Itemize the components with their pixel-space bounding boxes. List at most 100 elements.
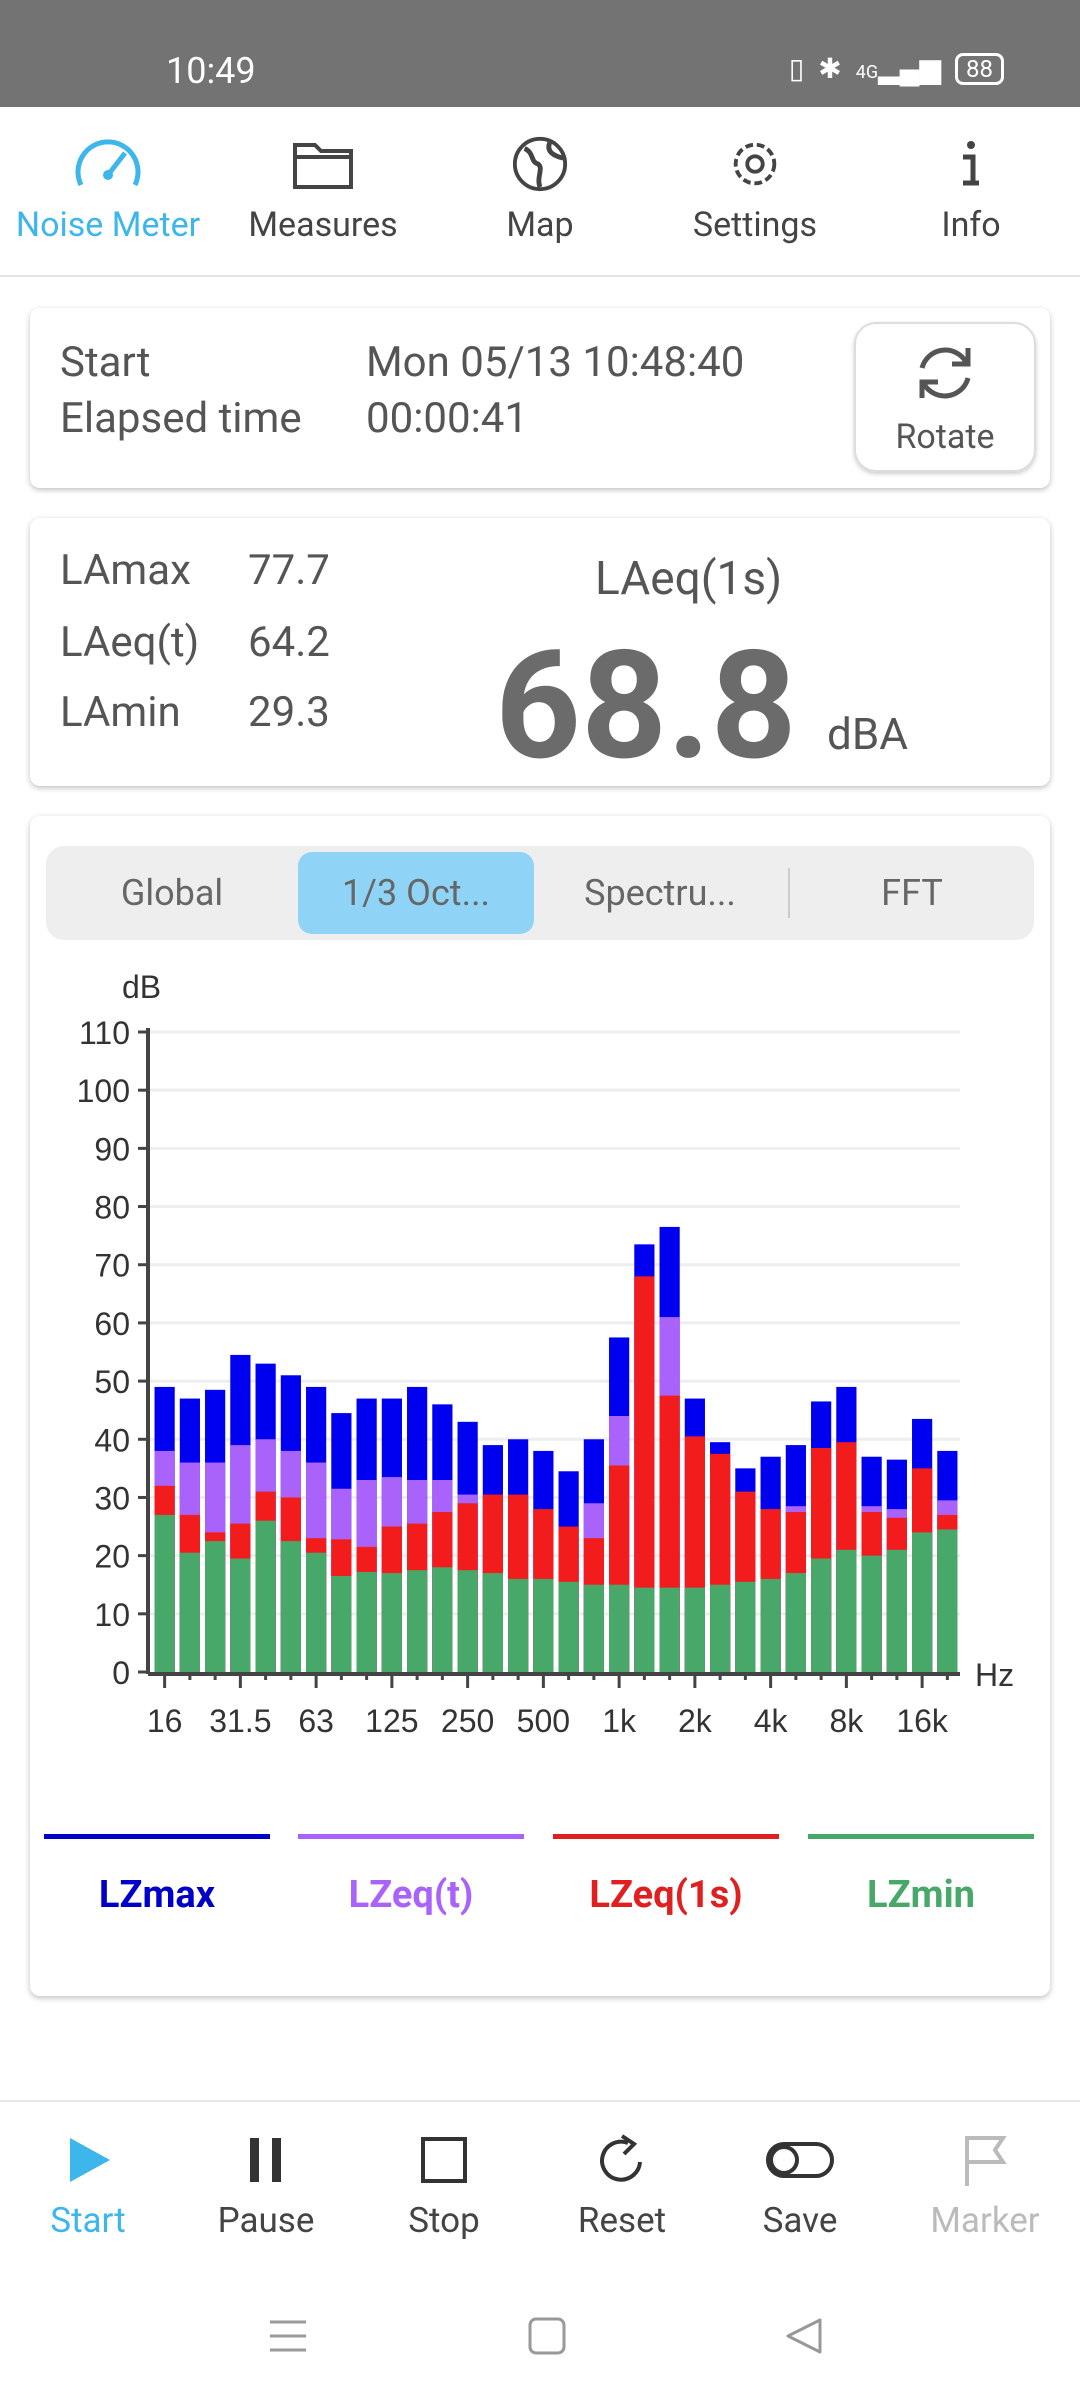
x-tick-label: 2k xyxy=(678,1703,713,1739)
home-icon[interactable] xyxy=(527,2316,567,2356)
bar-lzmin xyxy=(457,1570,478,1672)
bar-lzmin xyxy=(886,1549,907,1672)
laeq1s-value: 68.8 xyxy=(495,618,797,794)
y-tick-label: 90 xyxy=(94,1131,130,1167)
bar-lzmin xyxy=(710,1584,731,1672)
nav-measures[interactable]: Measures xyxy=(218,135,428,245)
network-type: 4G xyxy=(855,62,879,83)
rotate-button[interactable]: Rotate xyxy=(854,322,1036,472)
stop-icon xyxy=(421,2137,467,2183)
nav-label: Settings xyxy=(692,205,818,245)
x-tick-label: 250 xyxy=(441,1703,494,1739)
bar-lzmin xyxy=(533,1578,554,1672)
lamin-label: LAmin xyxy=(60,688,181,737)
bar-lzmin xyxy=(280,1541,301,1672)
bar-lzmin xyxy=(482,1573,503,1672)
bar-lzmin xyxy=(811,1558,832,1672)
bar-lzmin xyxy=(381,1573,402,1672)
laeq1s-label: LAeq(1s) xyxy=(595,552,783,606)
bar-lzmin xyxy=(407,1570,428,1672)
view-tabs: Global 1/3 Oct... Spectru... FFT xyxy=(46,846,1034,940)
x-tick-label: 4k xyxy=(754,1703,789,1739)
tab-spectrum[interactable]: Spectru... xyxy=(540,852,780,934)
bar-lzmin xyxy=(331,1576,352,1672)
gauge-icon xyxy=(75,139,141,187)
x-tick-label: 500 xyxy=(517,1703,570,1739)
x-tick-label: 31.5 xyxy=(209,1703,271,1739)
elapsed-label: Elapsed time xyxy=(60,394,302,443)
bar-lzmin xyxy=(937,1529,958,1672)
y-tick-label: 40 xyxy=(94,1422,130,1458)
nav-map[interactable]: Map xyxy=(435,135,645,245)
toolbar-label: Save xyxy=(762,2200,838,2241)
legend-lzmax: LZmax xyxy=(44,1834,270,1917)
x-tick-label: 16k xyxy=(896,1703,949,1739)
toolbar-label: Pause xyxy=(217,2200,315,2241)
spectrum-chart: 0 10 20 30 40 50 60 70 80 90 100 110 dB Hz 16 31.5 63 125… xyxy=(77,969,1015,1739)
lamax-value: 77.7 xyxy=(248,546,330,595)
nav-info[interactable]: Info xyxy=(866,135,1076,245)
y-tick-label: 60 xyxy=(94,1306,130,1342)
back-icon[interactable] xyxy=(784,2316,824,2356)
info-icon xyxy=(963,141,979,186)
x-tick-label: 8k xyxy=(829,1703,864,1739)
bar-lzmin xyxy=(179,1552,200,1672)
y-tick-label: 20 xyxy=(94,1539,130,1575)
bar-lzmin xyxy=(861,1555,882,1672)
bar-lzmin xyxy=(356,1571,377,1672)
laeqt-value: 64.2 xyxy=(248,618,330,667)
bar-lzmin xyxy=(432,1567,453,1672)
levels-card: LAmax 77.7 LAeq(t) 64.2 LAmin 29.3 LAeq(… xyxy=(30,518,1050,794)
elapsed-value: 00:00:41 xyxy=(366,394,528,443)
signal-icon: 4G▂▄▆ xyxy=(855,52,942,85)
stop-button[interactable]: Stop xyxy=(359,2132,529,2241)
x-axis-label: Hz xyxy=(975,1657,1014,1693)
x-tick-label: 63 xyxy=(298,1703,334,1739)
nav-noise-meter[interactable]: Noise Meter xyxy=(3,135,213,245)
tab-global[interactable]: Global xyxy=(52,852,292,934)
play-icon xyxy=(70,2138,110,2182)
bar-lzmin xyxy=(634,1587,655,1672)
y-tick-label: 10 xyxy=(94,1597,130,1633)
bar-lzmin xyxy=(735,1581,756,1672)
laeqt-label: LAeq(t) xyxy=(60,618,200,667)
battery-icon: 88 xyxy=(955,52,1004,85)
pause-button[interactable]: Pause xyxy=(181,2132,351,2241)
bar-lzmin xyxy=(306,1552,327,1672)
marker-button[interactable]: Marker xyxy=(900,2132,1070,2241)
reset-button[interactable]: Reset xyxy=(537,2132,707,2241)
save-button[interactable]: Save xyxy=(715,2132,885,2241)
y-tick-label: 110 xyxy=(79,1015,130,1051)
rotate-label: Rotate xyxy=(895,417,995,457)
lamax-label: LAmax xyxy=(60,546,191,595)
y-tick-label: 100 xyxy=(77,1073,130,1109)
top-navigation: Noise Meter Measures Map Settings Info xyxy=(0,107,1080,277)
status-bar: 10:49 ▯ ✱ 4G▂▄▆ 88 xyxy=(0,0,1080,107)
nav-settings[interactable]: Settings xyxy=(650,135,860,245)
bottom-toolbar: Start Pause Stop Reset Save Marker xyxy=(0,2100,1080,2280)
legend-lzeqt: LZeq(t) xyxy=(298,1834,524,1917)
system-navigation-bar xyxy=(0,2280,1080,2400)
tab-third-octave[interactable]: 1/3 Oct... xyxy=(298,852,534,934)
y-axis-label: dB xyxy=(122,969,161,1005)
toolbar-label: Marker xyxy=(930,2200,1040,2241)
toolbar-label: Start xyxy=(50,2200,126,2241)
tab-fft[interactable]: FFT xyxy=(792,852,1032,934)
bar-lzmin xyxy=(659,1587,680,1672)
bar-lzmin xyxy=(154,1514,175,1672)
y-tick-label: 50 xyxy=(94,1364,130,1400)
rotate-icon xyxy=(919,347,971,399)
legend-lzmin: LZmin xyxy=(808,1834,1034,1917)
bar-lzmin xyxy=(205,1541,226,1672)
menu-icon[interactable] xyxy=(268,2316,308,2356)
x-tick-label: 16 xyxy=(147,1703,183,1739)
clock: 10:49 xyxy=(166,50,256,92)
y-tick-label: 0 xyxy=(112,1655,130,1691)
tab-divider xyxy=(788,868,790,918)
bar-lzmin xyxy=(912,1532,933,1672)
toolbar-label: Reset xyxy=(577,2200,667,2241)
start-button[interactable]: Start xyxy=(3,2132,173,2241)
bar-lzmin xyxy=(609,1584,630,1672)
bar-lzmin xyxy=(836,1549,857,1672)
gear-icon xyxy=(733,142,777,186)
